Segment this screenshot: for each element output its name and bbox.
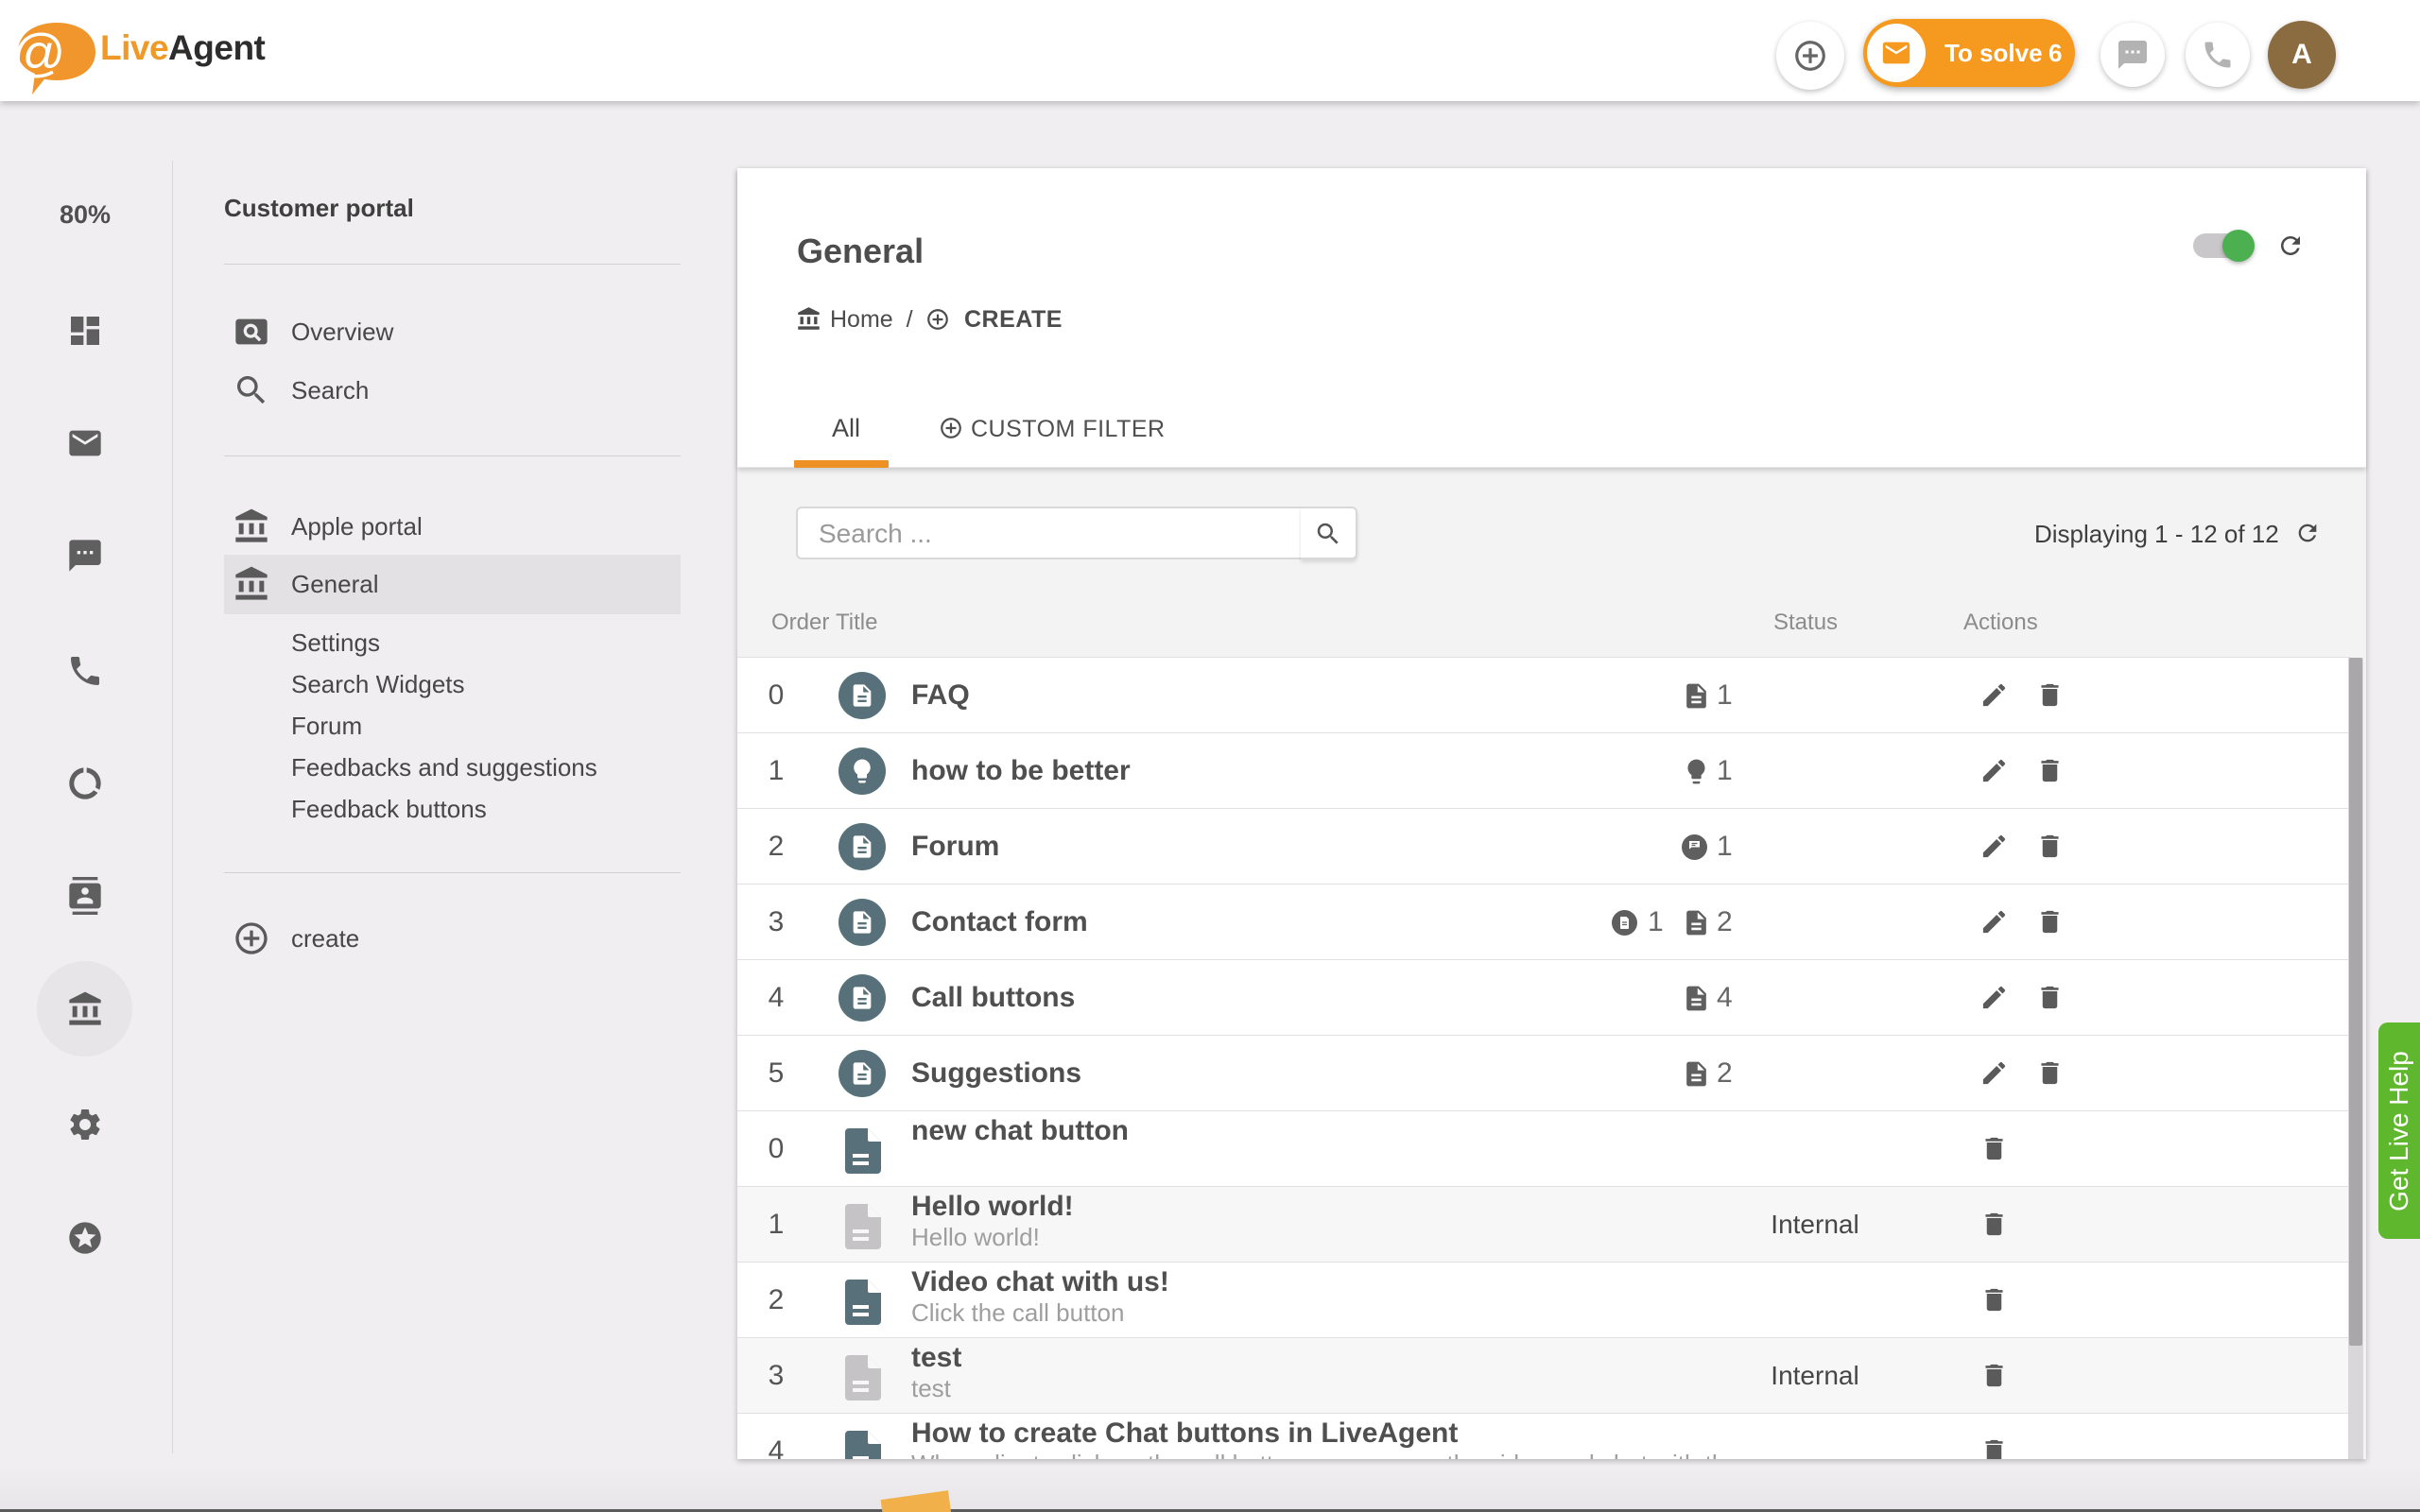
svg-text:@: @ <box>12 23 66 82</box>
